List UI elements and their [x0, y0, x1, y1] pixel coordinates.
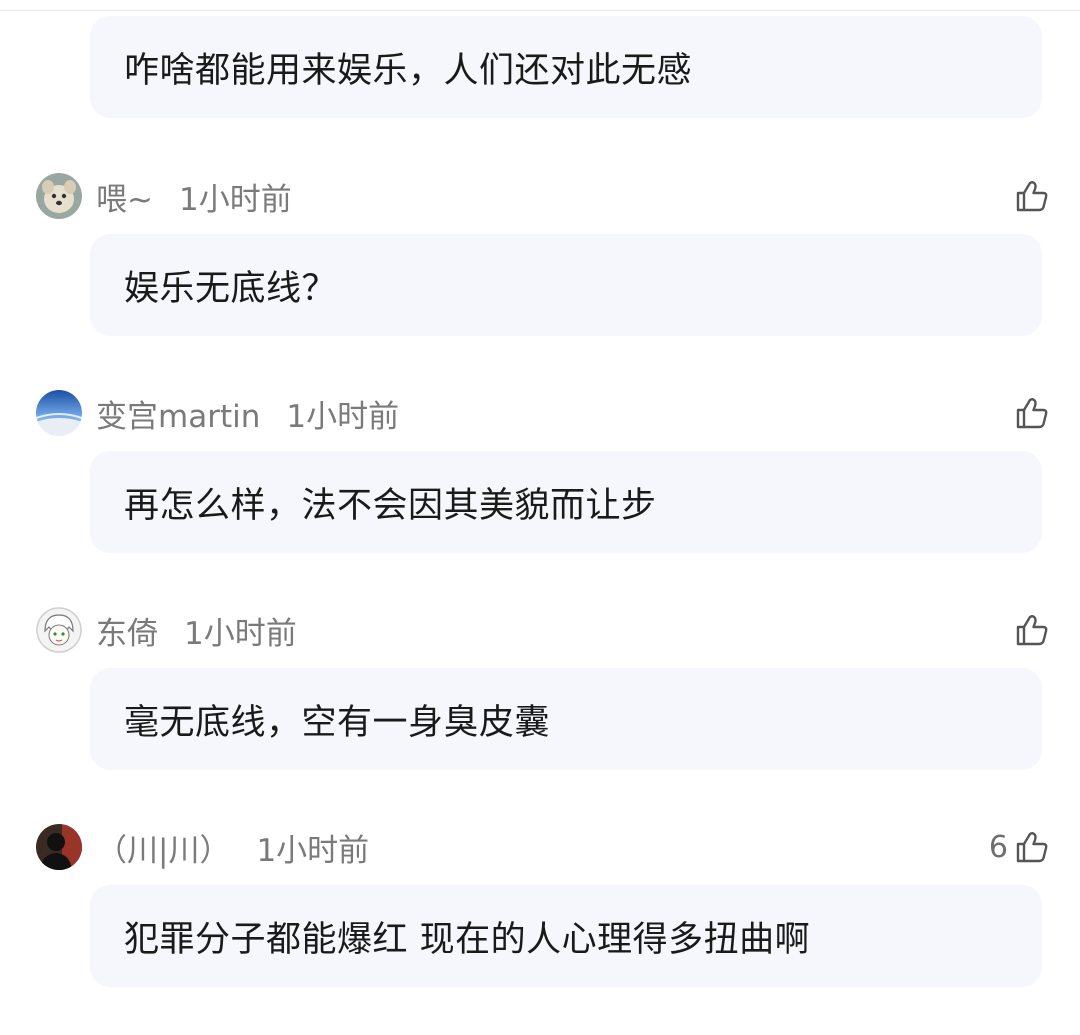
comment-header: （川|川） 1小时前 6: [36, 823, 1050, 871]
top-divider: [0, 0, 1080, 11]
comment-text: 毫无底线，空有一身臭皮囊: [124, 702, 551, 743]
comment-time: 1小时前: [256, 832, 370, 869]
comment-author[interactable]: 东倚: [96, 608, 158, 653]
thumbs-up-icon[interactable]: [1014, 612, 1050, 648]
comment-text: 咋啥都能用来娱乐，人们还对此无感: [124, 50, 693, 91]
comment-header: 东倚 1小时前: [36, 606, 1050, 654]
comment-text: 再怎么样，法不会因其美貌而让步: [124, 485, 657, 526]
comment-time: 1小时前: [286, 398, 400, 435]
anime-character-avatar-icon[interactable]: [36, 607, 82, 653]
like-control[interactable]: [1008, 395, 1050, 431]
thumbs-up-icon[interactable]: [1014, 829, 1050, 865]
like-control[interactable]: [1008, 178, 1050, 214]
thumbs-up-icon[interactable]: [1014, 178, 1050, 214]
comment-author[interactable]: 喂~: [96, 174, 153, 219]
comment-header: 变宫martin 1小时前: [36, 389, 1050, 437]
comment-bubble[interactable]: 娱乐无底线？: [90, 234, 1042, 336]
comment-list-page: 咋啥都能用来娱乐，人们还对此无感 喂~ 1小时前 娱乐无底线？ 变宫martin…: [0, 0, 1080, 1035]
comment-author[interactable]: （川|川）: [96, 825, 230, 870]
comment-time: 1小时前: [184, 615, 297, 652]
thumbs-up-icon[interactable]: [1014, 395, 1050, 431]
comment-header: 喂~ 1小时前: [36, 172, 1050, 220]
like-control[interactable]: 6: [989, 829, 1050, 865]
comment-bubble[interactable]: 犯罪分子都能爆红 现在的人心理得多扭曲啊: [90, 885, 1042, 987]
earth-sky-avatar-icon[interactable]: [36, 390, 82, 436]
comment-author[interactable]: 变宫martin: [96, 391, 260, 436]
comment-text: 犯罪分子都能爆红 现在的人心理得多扭曲啊: [124, 919, 811, 960]
dog-avatar-icon[interactable]: [36, 173, 82, 219]
comment-bubble[interactable]: 毫无底线，空有一身臭皮囊: [90, 668, 1042, 770]
comment-bubble[interactable]: 咋啥都能用来娱乐，人们还对此无感: [90, 16, 1042, 118]
person-silhouette-avatar-icon[interactable]: [36, 824, 82, 870]
comment-text: 娱乐无底线？: [124, 268, 338, 309]
like-control[interactable]: [1008, 612, 1050, 648]
comment-time: 1小时前: [178, 181, 292, 218]
comment-bubble[interactable]: 再怎么样，法不会因其美貌而让步: [90, 451, 1042, 553]
like-count: 6: [988, 829, 1008, 865]
